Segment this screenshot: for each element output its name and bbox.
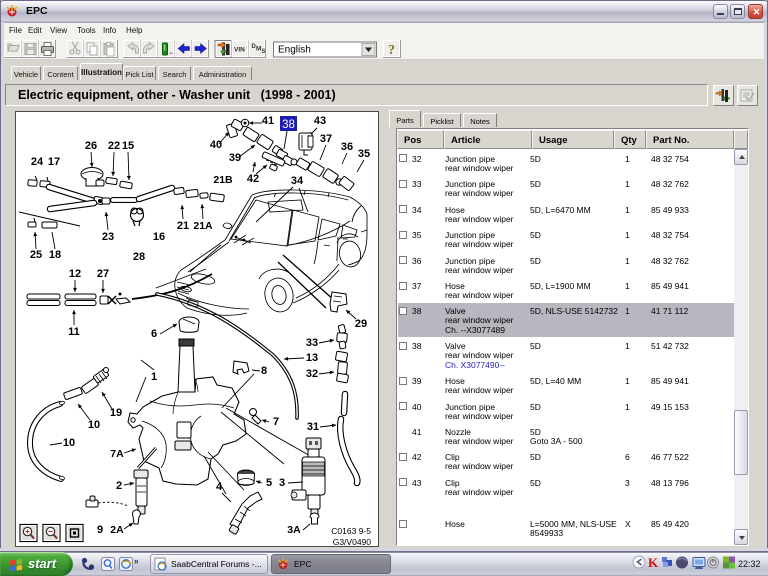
- svg-text:16: 16: [153, 231, 165, 243]
- svg-text:10: 10: [63, 437, 75, 449]
- svg-text:17: 17: [48, 156, 60, 168]
- svg-text:39: 39: [229, 152, 241, 164]
- svg-text:28: 28: [133, 251, 145, 263]
- svg-text:15: 15: [122, 140, 134, 152]
- svg-text:26: 26: [85, 140, 97, 152]
- svg-text:21A: 21A: [193, 220, 213, 232]
- svg-text:42: 42: [247, 173, 259, 185]
- svg-text:35: 35: [358, 148, 370, 160]
- svg-text:38: 38: [282, 119, 295, 131]
- svg-text:31: 31: [307, 421, 319, 433]
- svg-text:33: 33: [306, 337, 318, 349]
- svg-text:32: 32: [306, 368, 318, 380]
- svg-text:K: K: [648, 555, 659, 570]
- svg-text:English: English: [278, 45, 311, 56]
- svg-text:7A: 7A: [110, 448, 124, 460]
- svg-text:21B: 21B: [213, 174, 233, 186]
- svg-text:13: 13: [306, 352, 318, 364]
- svg-text:VIN: VIN: [234, 47, 245, 54]
- svg-text:7: 7: [273, 416, 279, 428]
- svg-text:3: 3: [279, 477, 285, 489]
- svg-text:10: 10: [88, 419, 100, 431]
- svg-text:5: 5: [266, 477, 272, 489]
- svg-text:1: 1: [151, 371, 157, 383]
- svg-text:9: 9: [97, 524, 103, 536]
- svg-text:S: S: [262, 49, 266, 55]
- svg-text:2: 2: [116, 480, 122, 492]
- svg-text:12: 12: [69, 268, 81, 280]
- svg-text:21: 21: [177, 220, 189, 232]
- svg-text:36: 36: [341, 141, 353, 153]
- svg-text:24: 24: [31, 156, 44, 168]
- svg-text:11: 11: [68, 326, 80, 338]
- svg-text:27: 27: [97, 268, 109, 280]
- svg-text:37: 37: [320, 133, 332, 145]
- svg-text:29: 29: [355, 318, 367, 330]
- svg-text:23: 23: [102, 231, 114, 243]
- svg-text:»: »: [134, 556, 138, 566]
- svg-text:2A: 2A: [110, 524, 124, 536]
- svg-text:C0163 9-5: C0163 9-5: [331, 526, 371, 536]
- svg-text:3A: 3A: [287, 524, 301, 536]
- svg-text:4: 4: [216, 481, 223, 493]
- svg-text:41: 41: [262, 115, 274, 127]
- svg-text:8: 8: [261, 365, 267, 377]
- svg-text:6: 6: [151, 328, 157, 340]
- svg-text:43: 43: [314, 115, 326, 127]
- svg-text:18: 18: [49, 249, 61, 261]
- svg-text:25: 25: [30, 249, 42, 261]
- svg-text:G3/V0490: G3/V0490: [333, 537, 372, 546]
- svg-text:40: 40: [210, 139, 222, 151]
- svg-text:34: 34: [291, 175, 304, 187]
- svg-text:?: ?: [388, 43, 395, 58]
- svg-text:22: 22: [108, 140, 120, 152]
